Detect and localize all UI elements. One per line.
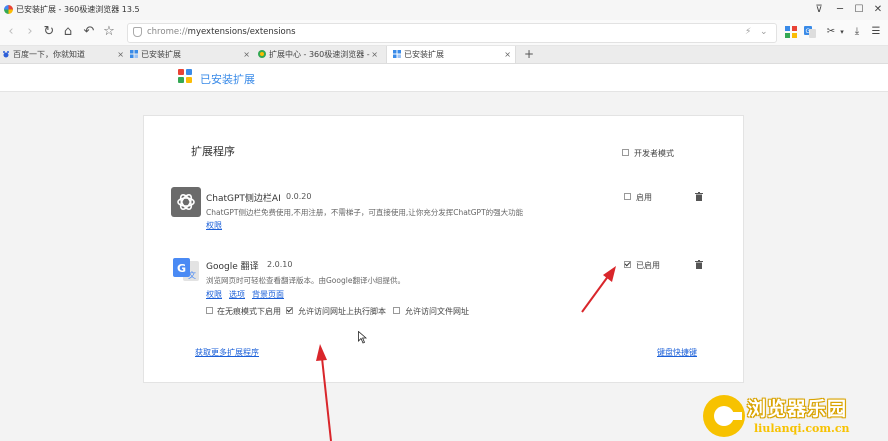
trash-icon[interactable] <box>695 260 703 269</box>
chatgpt-logo-icon <box>171 187 201 217</box>
permissions-link[interactable]: 权限 <box>206 289 222 300</box>
tab-close-icon[interactable]: × <box>243 46 250 63</box>
window-title: 已安装扩展 - 360极速浏览器 13.5 <box>16 5 140 14</box>
home-icon[interactable]: ⌂ <box>60 24 76 40</box>
options-link[interactable]: 选项 <box>229 289 245 300</box>
extension-description: 浏览网页时可轻松查看翻译版本。由Google翻译小组提供。 <box>206 276 405 285</box>
secure-shield-icon <box>133 27 142 37</box>
get-more-extensions-link[interactable]: 获取更多扩展程序 <box>195 347 259 358</box>
browser-logo-icon <box>4 5 13 14</box>
keyboard-shortcuts-link[interactable]: 键盘快捷键 <box>657 347 697 358</box>
enable-label: 启用 <box>636 193 652 202</box>
bookmark-star-icon[interactable]: ☆ <box>101 24 117 40</box>
browser-logo-icon <box>258 47 266 58</box>
reload-icon[interactable]: ↻ <box>41 24 57 40</box>
puzzle-icon <box>393 47 401 58</box>
download-icon[interactable]: ⤓ <box>851 26 863 38</box>
extension-name: ChatGPT侧边栏AI <box>206 194 281 204</box>
extension-name: Google 翻译 <box>206 262 259 272</box>
url-text: chrome://myextensions/extensions <box>147 27 296 37</box>
puzzle-icon <box>130 47 138 58</box>
trash-icon[interactable] <box>695 192 703 201</box>
baidu-paw-icon <box>2 47 10 58</box>
watermark-url: liulanqi.com.cn <box>754 422 850 435</box>
tab-label: 扩展中心 - 360极速浏览器 - <box>269 50 370 59</box>
svg-text:文: 文 <box>188 270 196 280</box>
watermark-title: 浏览器乐园 <box>747 398 848 420</box>
tab-label: 已安装扩展 <box>141 50 181 59</box>
site-scripts-checkbox[interactable] <box>286 307 293 314</box>
extensions-grid-icon[interactable] <box>785 26 797 38</box>
file-access-checkbox[interactable] <box>393 307 400 314</box>
developer-mode-label: 开发者模式 <box>634 149 674 158</box>
tab-close-icon[interactable]: × <box>504 46 511 63</box>
tab-strip: 百度一下，你就知道 × 已安装扩展 × 扩展中心 - 360极速浏览器 - × … <box>0 46 888 64</box>
enable-checkbox[interactable] <box>624 261 631 268</box>
tab-label: 已安装扩展 <box>404 50 444 59</box>
file-access-label: 允许访问文件网址 <box>405 307 469 316</box>
enable-label: 已启用 <box>636 261 660 270</box>
navigation-bar: ‹ › ↻ ⌂ ↶ ☆ chrome://myextensions/extens… <box>0 20 888 46</box>
minimize-button[interactable]: ─ <box>833 3 847 17</box>
google-translate-icon: G文 <box>171 255 201 285</box>
tab-installed-extensions-active[interactable]: 已安装扩展 × <box>386 46 516 63</box>
extensions-logo-icon <box>178 69 193 84</box>
extension-version: 0.0.20 <box>286 192 312 201</box>
undo-close-icon[interactable]: ↶ <box>81 24 97 40</box>
new-tab-button[interactable]: + <box>522 46 536 63</box>
maximize-button[interactable]: ☐ <box>852 3 866 17</box>
tab-extension-center[interactable]: 扩展中心 - 360极速浏览器 - × <box>258 46 382 63</box>
extension-description: ChatGPT侧边栏免费使用,不用注册，不需梯子，可直接使用,让你充分发挥Cha… <box>206 208 524 217</box>
title-bar: 已安装扩展 - 360极速浏览器 13.5 ⊽ ─ ☐ ✕ <box>0 0 888 20</box>
tab-close-icon[interactable]: × <box>371 46 378 63</box>
tab-baidu[interactable]: 百度一下，你就知道 × <box>2 46 128 63</box>
scissors-dropdown-icon[interactable]: ▾ <box>836 26 848 38</box>
speed-mode-icon[interactable]: ⚡ <box>745 27 751 37</box>
dropdown-icon[interactable]: ⌄ <box>760 27 768 37</box>
page-title: 已安装扩展 <box>200 73 255 86</box>
back-icon[interactable]: ‹ <box>3 24 19 40</box>
address-input[interactable]: chrome://myextensions/extensions ⚡ ⌄ <box>127 23 777 43</box>
mouse-cursor-icon <box>358 331 367 344</box>
pin-window-icon[interactable]: ⊽ <box>812 3 826 17</box>
tab-label: 百度一下，你就知道 <box>13 50 85 59</box>
menu-icon[interactable]: ☰ <box>870 26 882 38</box>
background-page-link[interactable]: 背景页面 <box>252 289 284 300</box>
close-button[interactable]: ✕ <box>871 3 885 17</box>
watermark: 浏览器乐园 liulanqi.com.cn <box>700 392 888 441</box>
extension-version: 2.0.10 <box>267 260 293 269</box>
tab-installed-extensions-1[interactable]: 已安装扩展 × <box>130 46 254 63</box>
svg-text:G: G <box>806 28 811 35</box>
incognito-label: 在无痕模式下启用 <box>217 307 281 316</box>
svg-text:G: G <box>177 262 186 275</box>
permissions-link[interactable]: 权限 <box>206 220 222 231</box>
developer-mode-checkbox[interactable] <box>622 149 629 156</box>
site-scripts-label: 允许访问网址上执行脚本 <box>298 307 386 316</box>
translate-extension-icon[interactable]: G <box>804 26 816 38</box>
watermark-logo-icon <box>703 395 745 437</box>
enable-checkbox[interactable] <box>624 193 631 200</box>
incognito-checkbox[interactable] <box>206 307 213 314</box>
forward-icon[interactable]: › <box>22 24 38 40</box>
page-header: 已安装扩展 <box>0 64 888 92</box>
section-title: 扩展程序 <box>191 145 235 158</box>
tab-close-icon[interactable]: × <box>117 46 124 63</box>
